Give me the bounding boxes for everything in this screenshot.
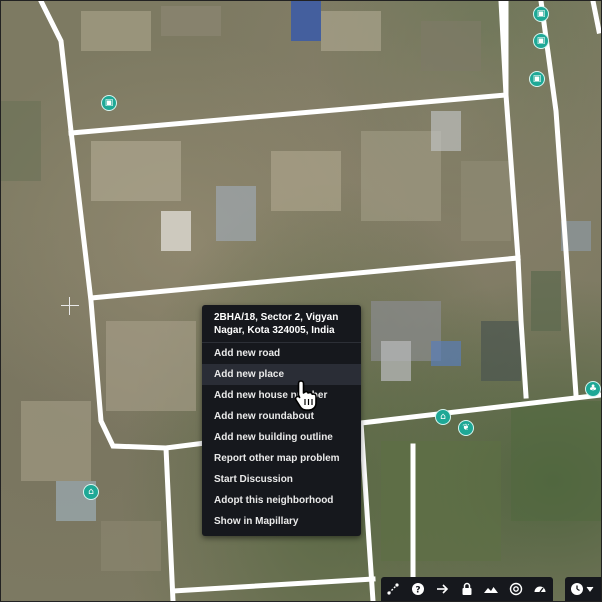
hand-cursor-icon — [294, 380, 317, 411]
menu-item-add-new-place[interactable]: Add new place — [202, 364, 361, 385]
menu-item-report-other-map-problem[interactable]: Report other map problem — [202, 448, 361, 469]
shopping-bag-icon[interactable]: ▣ — [529, 71, 545, 87]
satellite-map[interactable]: ▣ ▣ ▣ ▣ ⌂ ⌂ ❦ ♣ 2BHA/18, Sector 2, Vigya… — [0, 0, 602, 602]
map-context-menu: 2BHA/18, Sector 2, Vigyan Nagar, Kota 32… — [202, 305, 361, 536]
shopping-bag-icon[interactable]: ▣ — [101, 95, 117, 111]
svg-text:?: ? — [415, 586, 420, 596]
park-icon[interactable]: ♣ — [585, 381, 601, 397]
shopping-bag-icon[interactable]: ▣ — [533, 6, 549, 22]
menu-item-add-new-building-outline[interactable]: Add new building outline — [202, 427, 361, 448]
at-sign-icon[interactable] — [504, 577, 529, 601]
shopping-bag-icon[interactable]: ▣ — [533, 33, 549, 49]
leaf-icon[interactable]: ❦ — [458, 420, 474, 436]
menu-item-adopt-this-neighborhood[interactable]: Adopt this neighborhood — [202, 490, 361, 511]
menu-item-show-in-mapillary[interactable]: Show in Mapillary — [202, 511, 361, 532]
measure-icon[interactable] — [381, 577, 406, 601]
bank-icon[interactable]: ⌂ — [83, 484, 99, 500]
layer-switch[interactable] — [565, 577, 601, 601]
help-icon[interactable]: ? — [406, 577, 431, 601]
clock-icon — [571, 583, 594, 595]
menu-item-add-new-house-number[interactable]: Add new house number — [202, 385, 361, 406]
terrain-icon[interactable] — [479, 577, 504, 601]
lock-icon[interactable] — [455, 577, 480, 601]
menu-item-start-discussion[interactable]: Start Discussion — [202, 469, 361, 490]
arrow-right-icon[interactable] — [430, 577, 455, 601]
speedometer-icon[interactable] — [528, 577, 553, 601]
map-toolbar: ? — [381, 577, 553, 601]
crosshair — [61, 297, 79, 315]
menu-address: 2BHA/18, Sector 2, Vigyan Nagar, Kota 32… — [202, 305, 361, 343]
bank-icon[interactable]: ⌂ — [435, 409, 451, 425]
menu-item-add-new-roundabout[interactable]: Add new roundabout — [202, 406, 361, 427]
menu-item-add-new-road[interactable]: Add new road — [202, 343, 361, 364]
